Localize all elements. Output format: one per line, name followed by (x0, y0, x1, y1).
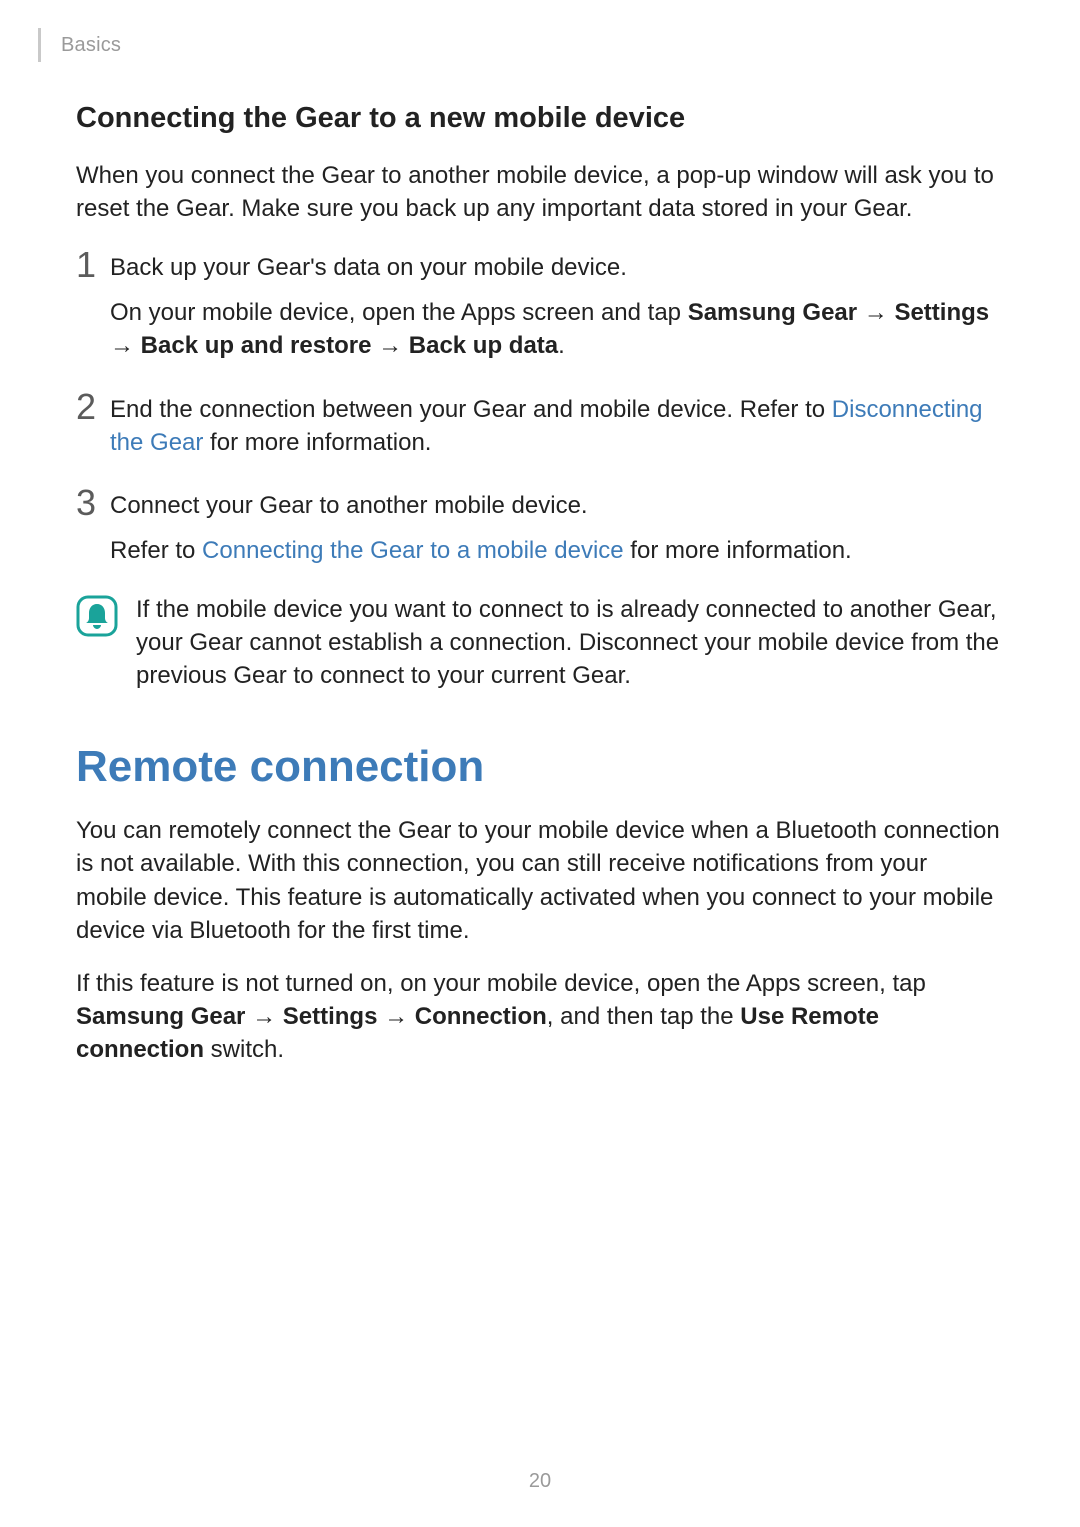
section-label: Basics (61, 34, 121, 57)
step-2: 2 End the connection between your Gear a… (76, 389, 1004, 459)
bell-icon (76, 595, 118, 637)
step-text: Connect your Gear to another mobile devi… (110, 489, 1004, 522)
section-heading: Remote connection (76, 742, 1004, 792)
step-3: 3 Connect your Gear to another mobile de… (76, 485, 1004, 567)
step-number: 3 (76, 485, 110, 521)
step-list: 1 Back up your Gear's data on your mobil… (76, 247, 1004, 567)
page-header: Basics (0, 28, 121, 62)
page-number: 20 (0, 1470, 1080, 1493)
step-text: Refer to Connecting the Gear to a mobile… (110, 534, 1004, 567)
remote-paragraph-2: If this feature is not turned on, on you… (76, 967, 1004, 1066)
subsection-heading: Connecting the Gear to a new mobile devi… (76, 102, 1004, 135)
step-body: Connect your Gear to another mobile devi… (110, 485, 1004, 567)
header-accent-bar (38, 28, 41, 62)
intro-paragraph: When you connect the Gear to another mob… (76, 159, 1004, 225)
step-body: Back up your Gear's data on your mobile … (110, 247, 1004, 362)
link-connecting-gear[interactable]: Connecting the Gear to a mobile device (202, 537, 624, 564)
remote-paragraph-1: You can remotely connect the Gear to you… (76, 814, 1004, 946)
step-text: End the connection between your Gear and… (110, 393, 1004, 459)
step-text: Back up your Gear's data on your mobile … (110, 251, 1004, 284)
note-callout: If the mobile device you want to connect… (76, 593, 1004, 692)
page-content: Connecting the Gear to a new mobile devi… (76, 102, 1004, 1086)
note-text: If the mobile device you want to connect… (136, 593, 1004, 692)
step-text: On your mobile device, open the Apps scr… (110, 296, 1004, 362)
step-number: 1 (76, 247, 110, 283)
step-1: 1 Back up your Gear's data on your mobil… (76, 247, 1004, 362)
step-number: 2 (76, 389, 110, 425)
step-body: End the connection between your Gear and… (110, 389, 1004, 459)
